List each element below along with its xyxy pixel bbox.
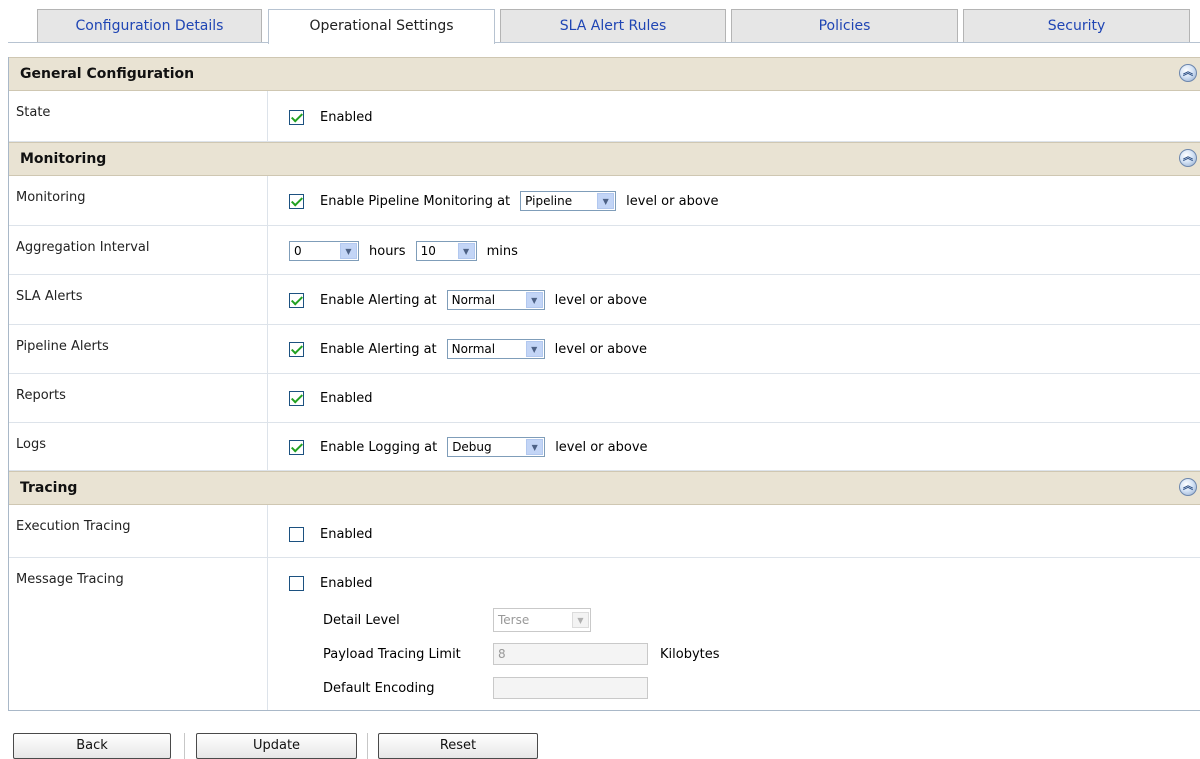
state-enabled-checkbox[interactable] — [289, 109, 304, 125]
logs-prefix: Enable Logging at — [320, 439, 438, 455]
update-button[interactable]: Update — [196, 733, 357, 759]
detail-level-select[interactable]: Terse ▼ — [493, 608, 591, 632]
payload-tracing-limit-label: Payload Tracing Limit — [323, 646, 461, 662]
payload-tracing-limit-input[interactable]: 8 — [493, 643, 648, 665]
section-monitoring: Monitoring ︽ — [9, 142, 1200, 176]
chevron-down-icon: ▼ — [597, 193, 615, 209]
settings-form: General Configuration ︽ State Enabled Mo… — [8, 57, 1200, 711]
collapse-icon[interactable]: ︽ — [1179, 64, 1197, 82]
section-title: Monitoring — [20, 151, 107, 167]
checkbox-label: Enabled — [320, 526, 373, 542]
payload-unit: Kilobytes — [660, 646, 720, 662]
pipeline-alerts-level-select[interactable]: Normal ▼ — [446, 339, 545, 359]
row-label: SLA Alerts — [9, 275, 268, 324]
monitoring-level-select[interactable]: Pipeline ▼ — [520, 191, 617, 211]
chevron-down-icon: ▼ — [340, 243, 357, 259]
monitoring-checkbox[interactable] — [289, 193, 304, 209]
collapse-icon[interactable]: ︽ — [1179, 149, 1197, 167]
chevron-down-icon: ▼ — [525, 341, 543, 357]
section-title: General Configuration — [20, 66, 195, 82]
monitoring-suffix: level or above — [626, 193, 719, 209]
row-logs: Logs Enable Logging at Debug ▼ level or … — [9, 423, 1200, 471]
row-monitoring: Monitoring Enable Pipeline Monitoring at… — [9, 176, 1200, 226]
row-aggregation-interval: Aggregation Interval 0 ▼ hours 10 ▼ mins — [9, 226, 1200, 275]
row-label: State — [9, 91, 268, 141]
row-message-tracing: Message Tracing Enabled Detail Level Ter… — [9, 558, 1200, 710]
chevron-down-icon: ▼ — [526, 439, 544, 455]
sla-alerts-prefix: Enable Alerting at — [320, 292, 437, 308]
row-label: Execution Tracing — [9, 505, 268, 557]
default-encoding-label: Default Encoding — [323, 680, 435, 696]
sla-alerts-suffix: level or above — [554, 292, 648, 308]
button-divider — [367, 733, 368, 759]
message-tracing-checkbox[interactable] — [289, 575, 304, 591]
section-title: Tracing — [20, 480, 78, 496]
reports-checkbox[interactable] — [289, 390, 304, 406]
sla-alerts-checkbox[interactable] — [289, 292, 304, 308]
checkbox-label: Enabled — [320, 575, 373, 591]
logs-checkbox[interactable] — [289, 439, 304, 455]
reset-button[interactable]: Reset — [378, 733, 538, 759]
chevron-down-icon: ▼ — [457, 243, 475, 259]
mins-label: mins — [486, 243, 518, 259]
row-label: Reports — [9, 374, 268, 422]
pipeline-alerts-prefix: Enable Alerting at — [320, 341, 437, 357]
row-state: State Enabled — [9, 91, 1200, 142]
monitoring-prefix: Enable Pipeline Monitoring at — [320, 193, 511, 209]
tab-policies[interactable]: Policies — [731, 9, 958, 42]
tab-security[interactable]: Security — [963, 9, 1190, 42]
execution-tracing-checkbox[interactable] — [289, 526, 304, 542]
row-execution-tracing: Execution Tracing Enabled — [9, 505, 1200, 558]
tab-configuration-details[interactable]: Configuration Details — [37, 9, 262, 42]
row-label: Aggregation Interval — [9, 226, 268, 274]
section-tracing: Tracing ︽ — [9, 471, 1200, 505]
tab-sla-alert-rules[interactable]: SLA Alert Rules — [500, 9, 726, 42]
row-pipeline-alerts: Pipeline Alerts Enable Alerting at Norma… — [9, 325, 1200, 374]
row-label: Logs — [9, 423, 268, 470]
button-divider — [184, 733, 185, 759]
row-reports: Reports Enabled — [9, 374, 1200, 423]
checkbox-label: Enabled — [320, 390, 373, 406]
sla-alerts-level-select[interactable]: Normal ▼ — [446, 290, 545, 310]
checkbox-label: Enabled — [320, 109, 373, 125]
mins-select[interactable]: 10 ▼ — [415, 241, 477, 261]
tab-bar: Configuration Details Operational Settin… — [0, 0, 1200, 44]
chevron-down-icon: ▼ — [572, 612, 589, 628]
row-label: Pipeline Alerts — [9, 325, 268, 373]
hours-select[interactable]: 0 ▼ — [289, 241, 359, 261]
default-encoding-input[interactable] — [493, 677, 648, 699]
tab-operational-settings[interactable]: Operational Settings — [268, 9, 495, 44]
row-sla-alerts: SLA Alerts Enable Alerting at Normal ▼ l… — [9, 275, 1200, 325]
detail-level-label: Detail Level — [323, 612, 400, 628]
hours-label: hours — [369, 243, 406, 259]
logs-level-select[interactable]: Debug ▼ — [447, 437, 546, 457]
collapse-icon[interactable]: ︽ — [1179, 478, 1197, 496]
row-label: Monitoring — [9, 176, 268, 225]
row-label: Message Tracing — [9, 558, 268, 710]
chevron-down-icon: ▼ — [525, 292, 543, 308]
section-general-configuration: General Configuration ︽ — [9, 57, 1200, 91]
pipeline-alerts-suffix: level or above — [554, 341, 648, 357]
logs-suffix: level or above — [555, 439, 648, 455]
back-button[interactable]: Back — [13, 733, 171, 759]
pipeline-alerts-checkbox[interactable] — [289, 341, 304, 357]
